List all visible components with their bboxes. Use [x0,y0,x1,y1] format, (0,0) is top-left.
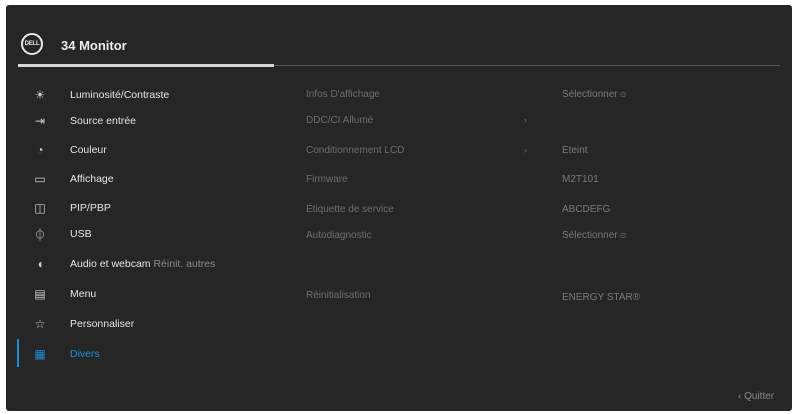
menu-item-usb[interactable]: ⏀ USB [6,224,276,246]
page-title: 34 Monitor [61,38,127,53]
star-icon: ☆ [34,317,46,331]
menu-item-input-source[interactable]: ⇥ Source entrée [6,111,276,133]
menu-item-menu[interactable]: ▤ Menu [6,284,276,306]
chevron-right-icon: › [524,115,527,125]
value-self-diagnostic[interactable]: Sélectionner ⊙ [562,230,626,241]
option-lcd-conditioning[interactable]: Conditionnement LCD [306,145,404,156]
menu-item-label: USB [70,228,92,240]
brightness-icon: ☀ [34,88,46,102]
value-text: Sélectionner [562,230,618,241]
menu-item-label: Source entrée [70,115,136,127]
menu-icon: ▤ [34,287,46,301]
value-display-info[interactable]: Sélectionner ⊙ [562,89,626,100]
value-energy-star: ENERGY STAR® [562,292,641,303]
menu-item-others[interactable]: ▦ Divers [6,344,276,366]
osd-header: DELL 34 Monitor [6,5,792,67]
menu-item-display[interactable]: ▭ Affichage [6,169,276,191]
select-icon: ⊙ [619,231,627,240]
dell-logo: DELL [21,33,43,55]
others-icon: ▦ [34,347,46,361]
menu-item-label: Audio et webcam Réinit. autres [70,258,215,270]
menu-item-pip-pbp[interactable]: ◫ PIP/PBP [6,198,276,220]
menu-item-brightness-contrast[interactable]: ☀ Luminosité/Contraste [6,85,276,107]
value-service-tag: ABCDEFG [562,204,611,215]
menu-item-label: Affichage [70,173,114,185]
option-reset[interactable]: Réinitialisation [306,290,370,301]
header-active-indicator [18,64,274,67]
menu-item-label: Luminosité/Contraste [70,89,170,101]
menu-item-label: Personnaliser [70,318,135,330]
menu-item-main-label: Audio et webcam [70,258,151,270]
menu-item-label: Menu [70,288,97,300]
input-source-icon: ⇥ [34,114,46,128]
option-display-info[interactable]: Infos D'affichage [306,89,380,100]
menu-item-sub-label: Réinit. autres [153,258,216,270]
chevron-right-icon: › [524,145,527,155]
color-icon: ◔ [36,143,44,157]
usb-icon: ⏀ [33,227,46,242]
menu-item-audio-webcam[interactable]: ◖ Audio et webcam Réinit. autres [6,254,276,276]
value-lcd-conditioning: Eteint [562,145,588,156]
option-firmware: Firmware [306,174,348,185]
menu-item-color[interactable]: ◔ Couleur [6,140,276,162]
option-service-tag: Étiquette de service [306,204,394,215]
menu-item-label: Divers [70,348,100,360]
menu-item-label: Couleur [70,144,107,156]
pip-icon: ◫ [34,201,46,215]
monitor-osd: DELL 34 Monitor ☀ Luminosité/Contraste ⇥… [6,5,792,411]
select-icon: ⊙ [619,90,627,99]
display-icon: ▭ [34,172,46,186]
option-ddc-ci[interactable]: DDC/CI Allumé [306,115,373,126]
value-firmware: M2T101 [562,174,599,185]
quit-button[interactable]: ‹ Quitter [738,391,774,402]
menu-item-personalize[interactable]: ☆ Personnaliser [6,314,276,336]
value-text: Sélectionner [562,89,618,100]
menu-item-label: PIP/PBP [70,202,111,214]
option-self-diagnostic[interactable]: Autodiagnostic [306,230,372,241]
audio-icon: ◖ [36,257,44,271]
